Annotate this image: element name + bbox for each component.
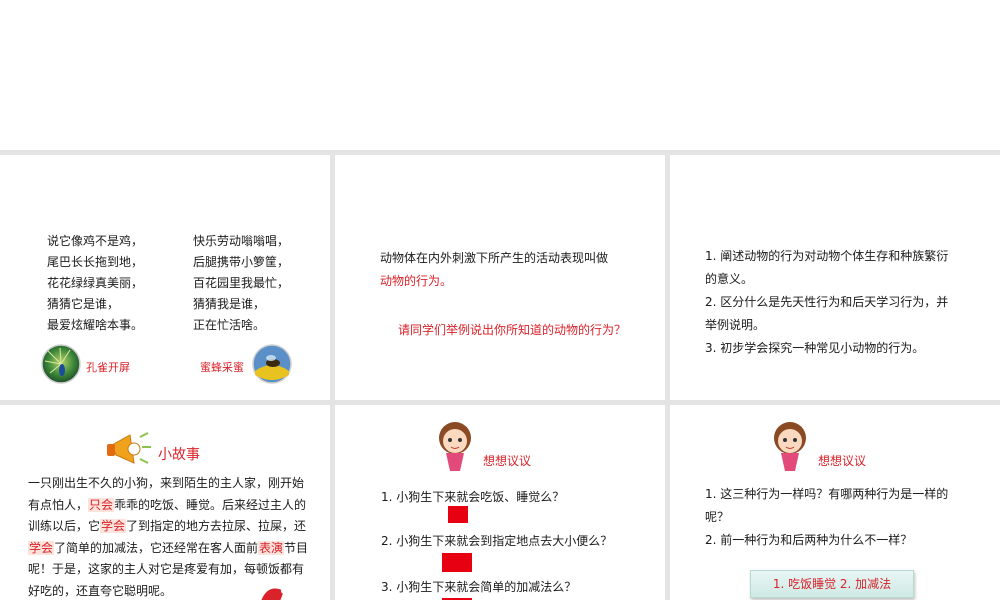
riddle-left: 说它像鸡不是鸡， 尾巴长长拖到地， 花花绿绿真美丽， 猜猜它是谁， 最爱炫耀啥本…: [47, 231, 143, 336]
objective-line: 3. 初步学会探究一种常见小动物的行为。: [705, 341, 925, 355]
bee-image: [252, 344, 292, 384]
caption-bee: 蜜蜂采蜜: [200, 361, 244, 374]
riddle-line: 花花绿绿真美丽，: [47, 276, 144, 290]
compare-line: 呢？: [705, 510, 730, 524]
red-answer-marker[interactable]: [442, 553, 472, 572]
riddle-right: 快乐劳动嗡嗡唱， 后腿携带小箩筐， 百花园里我最忙， 猜猜我是谁， 正在忙活啥。: [193, 231, 289, 336]
riddle-line: 正在忙活啥。: [193, 318, 266, 332]
caption-peacock: 孔雀开屏: [86, 361, 130, 374]
riddle-line: 说它像鸡不是鸡，: [47, 234, 144, 248]
peacock-image: [41, 344, 81, 384]
blank-top-area: [0, 0, 1000, 150]
think-title: 想想议议: [818, 454, 867, 468]
story-line: 有点怕人，只会乖乖的吃饭、睡觉。后来经过主人的: [28, 497, 307, 512]
compare-line: 1. 这三种行为一样吗？有哪两种行为是一样的: [705, 487, 949, 501]
story-line: 呢！于是，这家的主人对它是疼爱有加，每顿饭都有: [28, 562, 305, 576]
girl-thinking-icon: [439, 422, 471, 471]
objective-line: 2. 区分什么是先天性行为和后天学习行为，并: [705, 295, 949, 309]
megaphone-icon: [107, 432, 151, 464]
story-line: 一只刚出生不久的小狗，来到陌生的主人家，刚开始: [28, 476, 305, 490]
answer-box[interactable]: 1. 吃饭睡觉 2. 加减法: [750, 570, 914, 598]
riddle-line: 猜猜我是谁，: [193, 297, 266, 311]
riddle-line: 猜猜它是谁，: [47, 297, 120, 311]
definition-line: 动物体在内外刺激下所产生的活动表现叫做: [380, 251, 609, 265]
discussion-question: 请同学们举例说出你所知道的动物的行为？: [398, 323, 627, 337]
riddle-line: 后腿携带小箩筐，: [193, 255, 290, 269]
slide-think-compare[interactable]: 想想议议 1. 这三种行为一样吗？有哪两种行为是一样的 呢？ 2. 前一种行为和…: [670, 405, 1000, 600]
story-title: 小故事: [158, 447, 200, 463]
slide-think-questions[interactable]: 想想议议 1. 小狗生下来就会吃饭、睡觉么？ 2. 小狗生下来就会到指定地点去大…: [335, 405, 665, 600]
objective-line: 1. 阐述动物的行为对动物个体生存和种族繁衍: [705, 249, 949, 263]
slide-objectives[interactable]: 1. 阐述动物的行为对动物个体生存和种族繁衍 的意义。 2. 区分什么是先天性行…: [670, 155, 1000, 400]
slide-story[interactable]: 小故事 一只刚出生不久的小狗，来到陌生的主人家，刚开始 有点怕人，只会乖乖的吃饭…: [0, 405, 330, 600]
girl-thinking-icon: [774, 422, 806, 471]
think-title: 想想议议: [483, 454, 532, 468]
santa-hat-icon: [261, 588, 287, 600]
objective-line: 的意义。: [705, 272, 754, 286]
story-line: 学会了简单的加减法，它还经常在客人面前表演节目: [28, 540, 309, 555]
slide-riddles[interactable]: 说它像鸡不是鸡， 尾巴长长拖到地， 花花绿绿真美丽， 猜猜它是谁， 最爱炫耀啥本…: [0, 155, 330, 400]
riddle-line: 快乐劳动嗡嗡唱，: [193, 234, 290, 248]
definition-term: 动物的行为。: [380, 274, 453, 288]
question-line: 2. 小狗生下来就会到指定地点去大小便么？: [381, 534, 613, 548]
question-line: 3. 小狗生下来就会简单的加减法么？: [381, 580, 577, 594]
riddle-line: 最爱炫耀啥本事。: [47, 318, 144, 332]
compare-line: 2. 前一种行为和后两种为什么不一样？: [705, 533, 913, 547]
objective-line: 举例说明。: [705, 318, 766, 332]
riddle-line: 百花园里我最忙，: [193, 276, 290, 290]
red-answer-marker[interactable]: [448, 506, 468, 523]
question-line: 1. 小狗生下来就会吃饭、睡觉么？: [381, 490, 565, 504]
riddle-line: 尾巴长长拖到地，: [47, 255, 144, 269]
story-line: 训练以后，它学会了到指定的地方去拉尿、拉屎，还: [28, 519, 307, 533]
slide-definition[interactable]: 动物体在内外刺激下所产生的活动表现叫做 动物的行为。 请同学们举例说出你所知道的…: [335, 155, 665, 400]
